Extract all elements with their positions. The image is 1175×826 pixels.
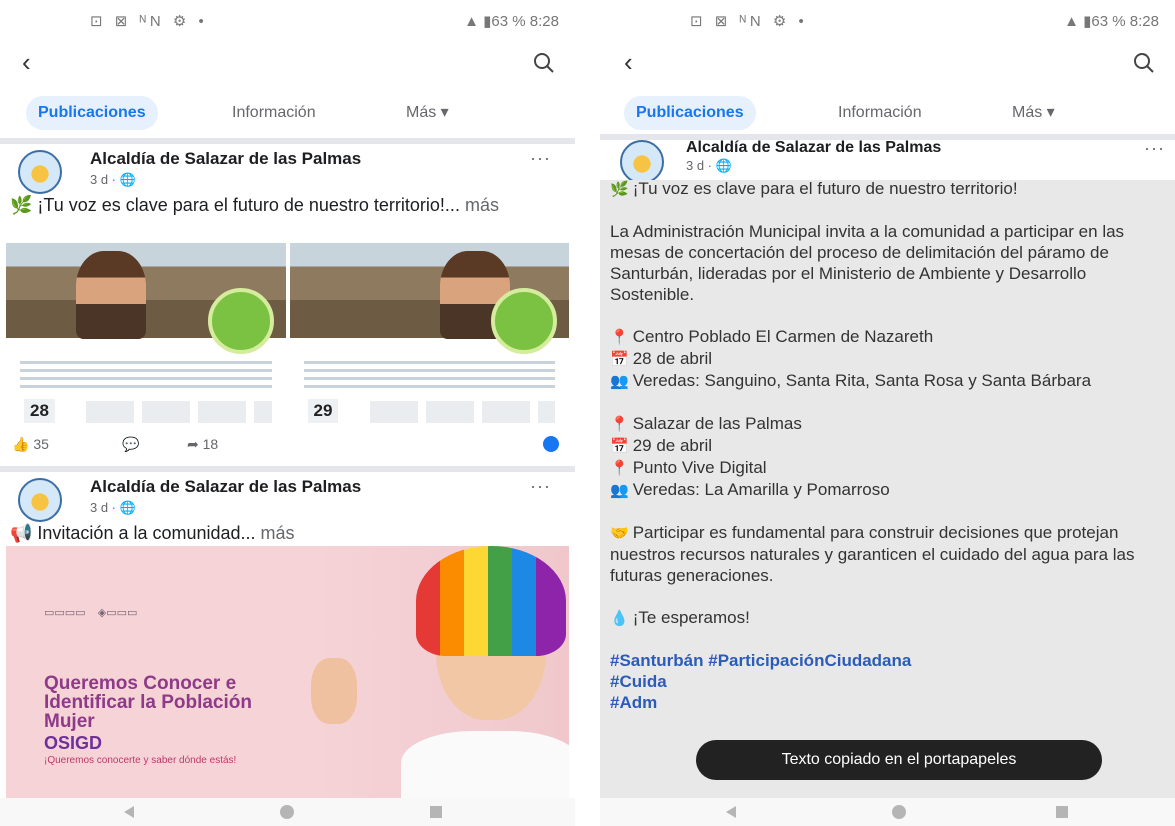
android-nav-bar xyxy=(0,798,575,826)
tab-publicaciones[interactable]: Publicaciones xyxy=(624,96,756,130)
share-button[interactable]: ➦ 18 xyxy=(187,436,218,453)
pin-icon: 📍 xyxy=(610,329,629,346)
image-date: 28 xyxy=(24,399,55,423)
post-text: 📢 Invitación a la comunidad... más xyxy=(10,523,295,543)
app-bar: ‹ xyxy=(600,42,1175,84)
divider xyxy=(0,138,575,144)
green-badge xyxy=(207,288,274,354)
phone-right-screen: ⊡ ⊠ ᴺN ⚙ • ▲ ▮63 % 8:28 ‹ Publicaciones … xyxy=(600,0,1175,826)
hashtag-links[interactable]: #Adm xyxy=(610,692,1169,713)
copied-toast: Texto copiado en el portapapeles xyxy=(696,740,1102,780)
tab-informacion[interactable]: Información xyxy=(826,96,934,130)
post-text: 🌿 ¡Tu voz es clave para el futuro de nue… xyxy=(10,195,499,215)
like-count: 35 xyxy=(33,436,49,452)
back-arrow-icon[interactable]: ‹ xyxy=(22,48,52,78)
page-name-link[interactable]: Alcaldía de Salazar de las Palmas xyxy=(686,139,941,157)
tab-mas[interactable]: Más ▾ xyxy=(1000,96,1067,130)
people-icon: 👥 xyxy=(610,482,629,499)
post-timestamp: 3 d · 🌐 xyxy=(90,500,136,515)
nav-back-icon[interactable] xyxy=(726,806,736,818)
hashtag-links[interactable]: #Cuida xyxy=(610,671,1169,692)
page-avatar[interactable] xyxy=(18,150,62,194)
page-name-link[interactable]: Alcaldía de Salazar de las Palmas xyxy=(90,149,361,169)
banner-subtitle: ¡Queremos conocerte y saber dónde estás! xyxy=(44,755,237,766)
status-bar: ⊡ ⊠ ᴺN ⚙ • ▲ ▮63 % 8:28 xyxy=(600,0,1175,42)
page-tabs: Publicaciones Información Más ▾ xyxy=(600,96,1175,136)
status-bar: ⊡ ⊠ ᴺN ⚙ • ▲ ▮63 % 8:28 xyxy=(0,0,575,42)
notification-icons: ⊡ ⊠ ᴺN ⚙ • xyxy=(690,13,808,30)
clock: 8:28 xyxy=(1129,13,1159,30)
back-arrow-icon[interactable]: ‹ xyxy=(624,48,654,78)
people-icon: 👥 xyxy=(610,373,629,390)
post-timestamp: 3 d · 🌐 xyxy=(90,172,136,187)
pin-icon: 📍 xyxy=(610,460,629,477)
post-image-grid: 28 29 xyxy=(6,243,569,428)
post-image[interactable]: 29 xyxy=(289,243,569,428)
page-tabs: Publicaciones Información Más ▾ xyxy=(0,96,575,136)
search-icon[interactable] xyxy=(531,50,557,76)
comment-icon[interactable]: 💬 xyxy=(122,436,139,453)
post-header: Alcaldía de Salazar de las Palmas 3 d · … xyxy=(0,148,575,198)
divider xyxy=(0,466,575,472)
calendar-icon: 📅 xyxy=(610,438,629,455)
more-options-icon[interactable]: ··· xyxy=(530,476,551,497)
banner-osigd: OSIGD xyxy=(44,733,103,753)
share-count: 18 xyxy=(202,436,219,452)
see-more-link[interactable]: más xyxy=(460,195,499,215)
tab-publicaciones[interactable]: Publicaciones xyxy=(26,96,158,130)
person-photo xyxy=(76,251,146,339)
green-badge xyxy=(491,288,557,354)
battery-indicator: ▲ ▮63 % xyxy=(464,13,526,30)
see-more-link[interactable]: más xyxy=(256,523,295,543)
post-full-text: 🌿 ¡Tu voz es clave para el futuro de nues… xyxy=(610,178,1169,713)
nav-recents-icon[interactable] xyxy=(1056,806,1068,818)
page-avatar[interactable] xyxy=(18,478,62,522)
nav-recents-icon[interactable] xyxy=(430,806,442,818)
image-date: 29 xyxy=(307,399,339,423)
post-timestamp: 3 d · 🌐 xyxy=(686,158,732,173)
tab-mas[interactable]: Más ▾ xyxy=(394,96,461,130)
banner-title: Queremos Conocer e Identificar la Poblac… xyxy=(44,673,252,732)
clock: 8:28 xyxy=(529,13,559,30)
nav-home-icon[interactable] xyxy=(892,805,906,819)
search-icon[interactable] xyxy=(1131,50,1157,76)
notification-icons: ⊡ ⊠ ᴺN ⚙ • xyxy=(90,13,208,30)
droplet-icon: 💧 xyxy=(610,610,629,627)
phone-left-screen: ⊡ ⊠ ᴺN ⚙ • ▲ ▮63 % 8:28 ‹ Publicaciones … xyxy=(0,0,575,826)
nav-home-icon[interactable] xyxy=(280,805,294,819)
pin-icon: 📍 xyxy=(610,416,629,433)
android-nav-bar xyxy=(600,798,1175,826)
reaction-bar: 👍 35 💬 ➦ 18 xyxy=(12,434,559,460)
hand-photo xyxy=(311,658,357,724)
sprout-icon: 🌿 xyxy=(610,181,629,198)
calendar-icon: 📅 xyxy=(610,351,629,368)
banner-logos: ▭▭▭▭ ◈▭▭▭ xyxy=(44,607,138,619)
post-image[interactable]: 28 xyxy=(6,243,286,428)
more-options-icon[interactable]: ··· xyxy=(530,148,551,169)
page-name-link[interactable]: Alcaldía de Salazar de las Palmas xyxy=(90,477,361,497)
post-image-banner[interactable]: ▭▭▭▭ ◈▭▭▭ Queremos Conocer e Identificar… xyxy=(6,546,569,801)
woman-photo-shirt xyxy=(401,731,569,801)
rainbow-hair xyxy=(416,546,566,656)
like-button[interactable]: 👍 35 xyxy=(12,436,49,453)
post-header: Alcaldía de Salazar de las Palmas 3 d · … xyxy=(0,476,575,526)
handshake-icon: 🤝 xyxy=(610,525,629,542)
hashtag-links[interactable]: #Santurbán #ParticipaciónCiudadana xyxy=(610,650,1169,671)
more-options-icon[interactable]: ··· xyxy=(1144,138,1165,159)
nav-back-icon[interactable] xyxy=(124,806,134,818)
battery-indicator: ▲ ▮63 % xyxy=(1064,13,1126,30)
app-bar: ‹ xyxy=(0,42,575,84)
tab-informacion[interactable]: Información xyxy=(220,96,328,130)
messenger-icon[interactable] xyxy=(543,436,559,452)
